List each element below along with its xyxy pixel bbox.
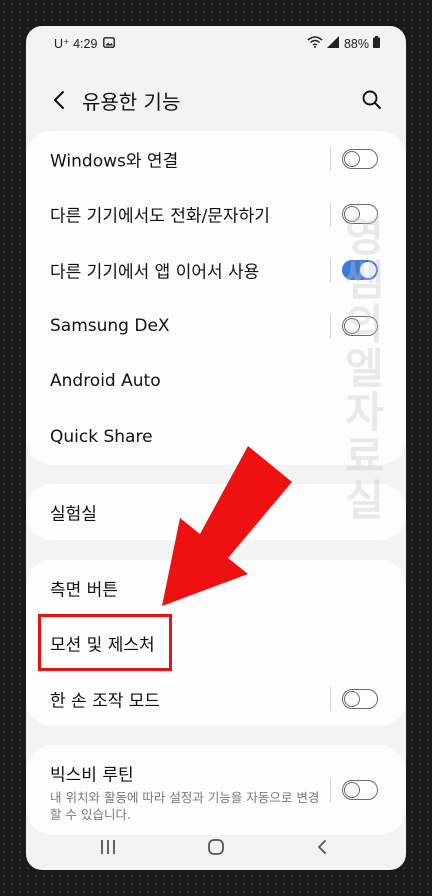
carrier-time: U⁺ 4:29 — [54, 37, 98, 51]
setting-label: 측면 버튼 — [50, 580, 118, 601]
watermark: 영쌤의엘자료실 — [337, 214, 386, 522]
back-nav-icon[interactable] — [310, 834, 334, 860]
setting-label: 빅스비 루틴 — [50, 765, 134, 786]
setting-label: Quick Share — [50, 426, 153, 447]
bixby-routines-toggle[interactable] — [342, 780, 378, 800]
highlight-box — [38, 614, 172, 671]
status-bar: U⁺ 4:29 88% — [26, 26, 406, 62]
setting-label: Windows와 연결 — [50, 151, 179, 172]
setting-label: 실험실 — [50, 504, 97, 525]
wifi-icon — [307, 36, 323, 51]
battery-level: 88% — [343, 36, 369, 51]
setting-label: Android Auto — [50, 371, 161, 392]
divider — [330, 687, 331, 712]
recents-icon[interactable] — [96, 834, 120, 860]
setting-label: 한 손 조작 모드 — [50, 691, 161, 712]
windows-link-toggle[interactable] — [342, 148, 378, 169]
app-bar: 유용한 기능 — [26, 78, 406, 122]
divider — [330, 147, 331, 171]
page-title: 유용한 기능 — [82, 90, 181, 114]
search-icon[interactable] — [358, 86, 386, 114]
back-arrow-icon[interactable] — [46, 86, 74, 114]
navigation-bar — [26, 826, 406, 870]
setting-label: Samsung DeX — [50, 315, 170, 336]
setting-one-hand-mode[interactable]: 한 손 조작 모드 — [26, 671, 406, 726]
settings-group-4: 빅스비 루틴 내 위치와 활동에 따라 설정과 기능을 자동으로 변경할 수 있… — [26, 745, 406, 835]
battery-icon — [373, 36, 380, 51]
setting-label: 다른 기기에서도 전화/문자하기 — [50, 206, 270, 227]
image-icon — [103, 36, 116, 51]
home-icon[interactable] — [204, 834, 228, 860]
divider — [330, 778, 331, 802]
annotation-arrow-icon — [156, 446, 296, 620]
signal-icon — [326, 36, 340, 51]
phone-screen: U⁺ 4:29 88% 유용한 기능 Windows와 연결 다른 기기에서도 … — [26, 26, 406, 870]
setting-bixby-routines[interactable]: 빅스비 루틴 내 위치와 활동에 따라 설정과 기능을 자동으로 변경할 수 있… — [26, 745, 406, 835]
one-hand-mode-toggle[interactable] — [342, 688, 378, 709]
setting-label: 다른 기기에서 앱 이어서 사용 — [50, 262, 260, 283]
setting-windows-link[interactable]: Windows와 연결 — [26, 131, 406, 187]
setting-description: 내 위치와 활동에 따라 설정과 기능을 자동으로 변경할 수 있습니다. — [50, 790, 320, 822]
